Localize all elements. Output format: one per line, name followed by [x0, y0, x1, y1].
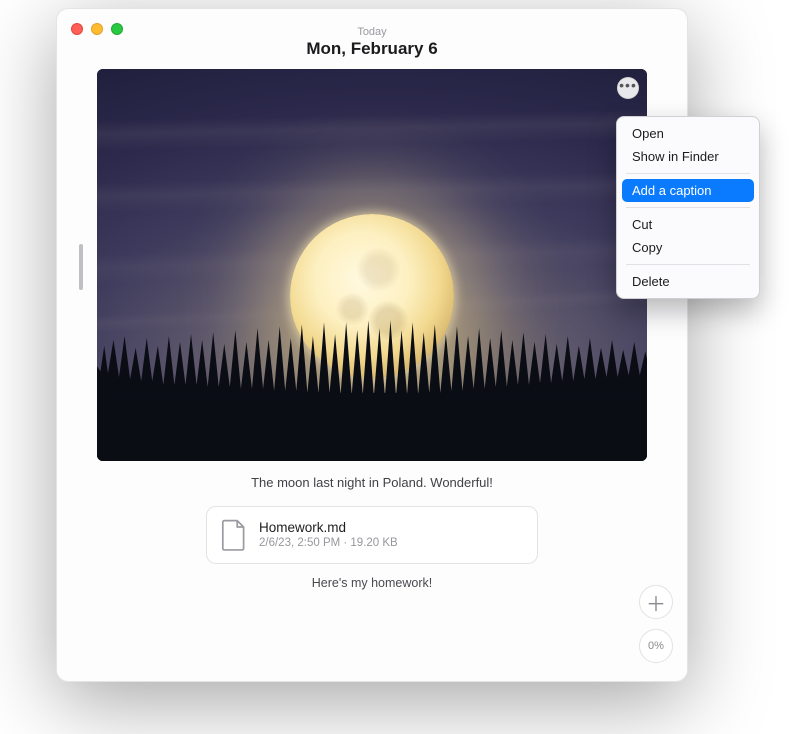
app-window: Today Mon, February 6: [56, 8, 688, 682]
photo-treeline: [97, 287, 647, 461]
journal-photo[interactable]: •••: [97, 69, 647, 461]
menu-item-cut[interactable]: Cut: [622, 213, 754, 236]
content-area: ••• The moon last night in Poland. Wonde…: [57, 69, 687, 681]
header-title: Mon, February 6: [306, 39, 437, 59]
zoom-percent-label: 0%: [648, 640, 664, 652]
attachment-filename: Homework.md: [259, 519, 398, 537]
photo-block: ••• The moon last night in Poland. Wonde…: [97, 69, 647, 490]
menu-item-copy[interactable]: Copy: [622, 236, 754, 259]
zoom-indicator-button[interactable]: 0%: [639, 629, 673, 663]
menu-item-add-caption[interactable]: Add a caption: [622, 179, 754, 202]
menu-separator: [626, 264, 750, 265]
menu-separator: [626, 173, 750, 174]
file-attachment[interactable]: Homework.md 2/6/23, 2:50 PM · 19.20 KB: [206, 506, 538, 564]
menu-separator: [626, 207, 750, 208]
side-action-buttons: ＋ 0%: [639, 585, 673, 663]
close-window-button[interactable]: [71, 23, 83, 35]
ellipsis-icon: •••: [619, 78, 637, 92]
photo-more-button[interactable]: •••: [617, 77, 639, 99]
menu-item-show-in-finder[interactable]: Show in Finder: [622, 145, 754, 168]
photo-caption[interactable]: The moon last night in Poland. Wonderful…: [97, 475, 647, 490]
photo-context-menu: Open Show in Finder Add a caption Cut Co…: [616, 116, 760, 299]
window-controls: [71, 23, 123, 35]
titlebar: Today Mon, February 6: [57, 9, 687, 69]
resize-handle-left[interactable]: [79, 244, 83, 290]
attachment-metadata: 2/6/23, 2:50 PM · 19.20 KB: [259, 536, 398, 551]
minimize-window-button[interactable]: [91, 23, 103, 35]
add-entry-button[interactable]: ＋: [639, 585, 673, 619]
menu-item-open[interactable]: Open: [622, 122, 754, 145]
plus-icon: ＋: [646, 588, 666, 617]
zoom-window-button[interactable]: [111, 23, 123, 35]
document-icon: [221, 519, 247, 551]
menu-item-delete[interactable]: Delete: [622, 270, 754, 293]
attachment-text: Homework.md 2/6/23, 2:50 PM · 19.20 KB: [259, 519, 398, 551]
header-subtitle: Today: [357, 26, 386, 38]
attachment-caption[interactable]: Here's my homework!: [312, 576, 432, 590]
